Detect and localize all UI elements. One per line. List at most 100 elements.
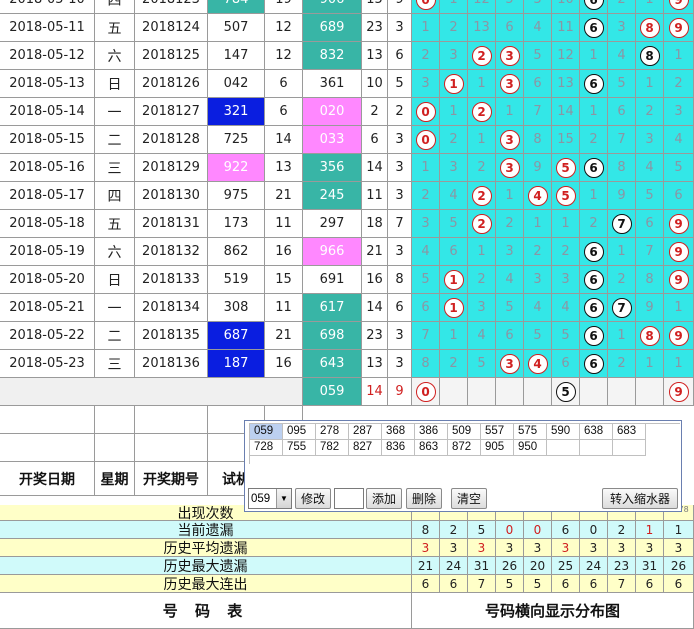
picker-number[interactable]: 590 bbox=[547, 424, 580, 440]
row-3-open-sum: 10 bbox=[362, 70, 388, 98]
picker-number[interactable]: 368 bbox=[382, 424, 415, 440]
hit-ball: 2 bbox=[471, 101, 492, 122]
picker-number[interactable]: 095 bbox=[283, 424, 316, 440]
row-7-issue: 2018130 bbox=[135, 182, 208, 210]
row-7-trial-sum: 21 bbox=[265, 182, 303, 210]
row-12-dist-1: 1 bbox=[440, 322, 468, 350]
row-12-dist-3: 6 bbox=[496, 322, 524, 350]
picker-number[interactable]: 575 bbox=[514, 424, 547, 440]
row-12-issue: 2018135 bbox=[135, 322, 208, 350]
picker-number[interactable]: 863 bbox=[415, 440, 448, 456]
row-5-dist-6: 2 bbox=[580, 126, 608, 154]
row-12-dist-0: 7 bbox=[412, 322, 440, 350]
row-1-issue: 2018124 bbox=[135, 14, 208, 42]
row-0-date: 2018-05-10 bbox=[0, 0, 95, 14]
picker-number[interactable]: 872 bbox=[448, 440, 481, 456]
stat-3-7: 23 bbox=[608, 557, 636, 575]
row-0-trial-sum: 19 bbox=[265, 0, 303, 14]
row-9-date: 2018-05-19 bbox=[0, 238, 95, 266]
stat-4-6: 6 bbox=[580, 575, 608, 593]
row-7-trial: 975 bbox=[208, 182, 265, 210]
row-13-dist-5: 6 bbox=[552, 350, 580, 378]
row-0-dist-0: 0 bbox=[412, 0, 440, 14]
picker-number[interactable]: 638 bbox=[580, 424, 613, 440]
forecast-sum: 14 bbox=[362, 378, 388, 406]
row-6-dist-6: 6 bbox=[580, 154, 608, 182]
forecast-dist-3 bbox=[496, 378, 524, 406]
row-6-issue: 2018129 bbox=[135, 154, 208, 182]
hit-ball: 9 bbox=[668, 213, 689, 234]
row-4-dist-7: 6 bbox=[608, 98, 636, 126]
row-9-open-span: 3 bbox=[388, 238, 412, 266]
row-6-weekday: 三 bbox=[95, 154, 135, 182]
row-9-dist-0: 4 bbox=[412, 238, 440, 266]
picker-number[interactable]: 509 bbox=[448, 424, 481, 440]
picker-number[interactable]: 683 bbox=[613, 424, 646, 440]
row-0-dist-2: 12 bbox=[468, 0, 496, 14]
stat-4-3: 5 bbox=[496, 575, 524, 593]
row-6-open-span: 3 bbox=[388, 154, 412, 182]
row-8-dist-4: 1 bbox=[524, 210, 552, 238]
row-0-open-span: 9 bbox=[388, 0, 412, 14]
picker-number[interactable] bbox=[547, 440, 580, 456]
row-6-open-sum: 14 bbox=[362, 154, 388, 182]
picker-number[interactable]: 287 bbox=[349, 424, 382, 440]
row-6-dist-3: 3 bbox=[496, 154, 524, 182]
blank-row-0-0 bbox=[0, 406, 95, 434]
row-5-issue: 2018128 bbox=[135, 126, 208, 154]
picker-number[interactable]: 755 bbox=[283, 440, 316, 456]
picker-number[interactable]: 782 bbox=[316, 440, 349, 456]
row-4-dist-3: 1 bbox=[496, 98, 524, 126]
row-8-dist-8: 6 bbox=[636, 210, 664, 238]
row-11-open: 617 bbox=[303, 294, 362, 322]
picker-number[interactable]: 905 bbox=[481, 440, 514, 456]
row-0-trial: 784 bbox=[208, 0, 265, 14]
row-12-open: 698 bbox=[303, 322, 362, 350]
chevron-down-icon[interactable]: ▼ bbox=[276, 489, 291, 508]
hit-ball: 6 bbox=[583, 17, 604, 38]
blank-row-0-1 bbox=[95, 406, 135, 434]
row-4-weekday: 一 bbox=[95, 98, 135, 126]
picker-number[interactable]: 836 bbox=[382, 440, 415, 456]
row-5-dist-4: 8 bbox=[524, 126, 552, 154]
picker-number[interactable] bbox=[580, 440, 613, 456]
picker-number[interactable]: 386 bbox=[415, 424, 448, 440]
row-8-dist-7: 7 bbox=[608, 210, 636, 238]
stat-4-1: 6 bbox=[440, 575, 468, 593]
picker-number[interactable]: 557 bbox=[481, 424, 514, 440]
row-2-dist-9: 1 bbox=[664, 42, 694, 70]
hit-ball: 2 bbox=[471, 185, 492, 206]
hit-ball: 9 bbox=[668, 17, 689, 38]
row-13-open-sum: 13 bbox=[362, 350, 388, 378]
picker-number[interactable]: 950 bbox=[514, 440, 547, 456]
row-3-dist-3: 3 bbox=[496, 70, 524, 98]
stat-3-6: 24 bbox=[580, 557, 608, 575]
row-2-dist-7: 4 bbox=[608, 42, 636, 70]
picker-number[interactable]: 278 bbox=[316, 424, 349, 440]
row-3-dist-6: 6 bbox=[580, 70, 608, 98]
row-10-issue: 2018133 bbox=[135, 266, 208, 294]
add-button[interactable]: 添加 bbox=[366, 488, 402, 509]
picker-number[interactable]: 059 bbox=[250, 424, 283, 440]
row-10-open-span: 8 bbox=[388, 266, 412, 294]
stat-4-9: 6 bbox=[664, 575, 694, 593]
transfer-button[interactable]: 转入缩水器 bbox=[602, 488, 678, 509]
delete-button[interactable]: 删除 bbox=[406, 488, 442, 509]
row-8-dist-2: 2 bbox=[468, 210, 496, 238]
hit-ball: 1 bbox=[443, 269, 464, 290]
row-0-dist-5: 10 bbox=[552, 0, 580, 14]
stat-3-8: 31 bbox=[636, 557, 664, 575]
picker-number[interactable]: 728 bbox=[250, 440, 283, 456]
row-6-dist-9: 5 bbox=[664, 154, 694, 182]
number-input[interactable] bbox=[334, 488, 364, 509]
row-2-dist-1: 3 bbox=[440, 42, 468, 70]
row-11-issue: 2018134 bbox=[135, 294, 208, 322]
number-select[interactable]: 059 ▼ bbox=[248, 488, 292, 509]
modify-button[interactable]: 修改 bbox=[295, 488, 331, 509]
row-11-date: 2018-05-21 bbox=[0, 294, 95, 322]
stat-label-2: 历史平均遗漏 bbox=[0, 539, 412, 557]
clear-button[interactable]: 清空 bbox=[451, 488, 487, 509]
row-2-dist-4: 5 bbox=[524, 42, 552, 70]
picker-number[interactable] bbox=[613, 440, 646, 456]
picker-number[interactable]: 827 bbox=[349, 440, 382, 456]
